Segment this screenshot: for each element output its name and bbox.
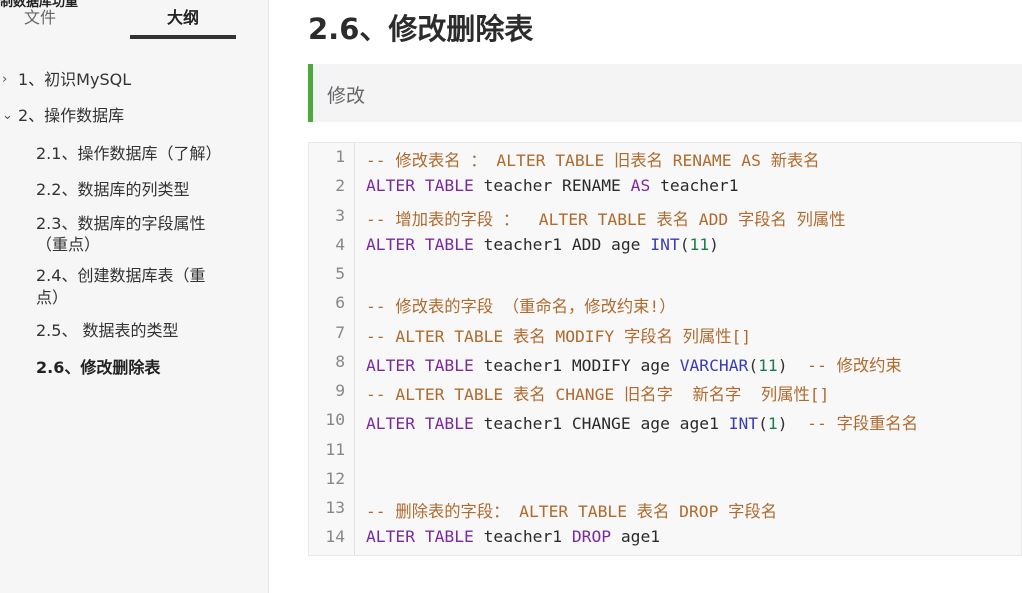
line-number: 11 [325,439,345,459]
code-token: teacher1 [473,527,572,547]
code-token: ( [748,355,759,375]
outline-item-2-1[interactable]: 2.1、操作数据库（了解） [36,143,221,165]
chevron-right-icon[interactable]: › [2,69,7,91]
code-line: 12 [309,469,1021,498]
code-text: ALTER TABLE teacher1 ADD age INT(11) [366,235,719,254]
code-text: -- 删除表的字段： ALTER TABLE 表名 DROP 字段名 [366,498,777,522]
code-block[interactable]: 1 -- 修改表名 ： ALTER TABLE 旧表名 RENAME AS 新表名… [308,142,1022,556]
code-line: 5 [309,264,1021,293]
code-token: -- 修改约束 [807,355,902,375]
code-token: ) [709,234,719,254]
line-number: 10 [325,410,345,430]
outline-item-1[interactable]: › 1、初识MySQL [2,69,132,91]
code-token: ) [777,414,808,434]
code-text: ALTER TABLE teacher1 MODIFY age VARCHAR(… [366,352,902,376]
code-line: 1 -- 修改表名 ： ALTER TABLE 旧表名 RENAME AS 新表名 [309,147,1021,176]
code-line: 6 -- 修改表的字段 （重命名，修改约束!） [309,293,1021,322]
code-token: ( [679,234,690,254]
line-number: 4 [335,234,345,254]
code-token: 11 [689,234,710,254]
code-line: 9 -- ALTER TABLE 表名 CHANGE 旧名字 新名字 列属性[] [309,381,1021,410]
code-token: 1 [767,414,778,434]
code-token: DROP [571,527,612,547]
line-number: 6 [335,293,345,313]
code-token: INT [728,414,759,434]
code-token: teacher1 [650,176,739,196]
code-token: -- 增加表的字段 ： ALTER TABLE 表名 ADD 字段名 列属性 [366,209,846,229]
line-number: 3 [335,205,345,225]
sidebar-tabs: 文件 大纲 [0,0,269,40]
line-number: 12 [325,468,345,488]
line-number: 1 [335,147,345,166]
code-line: 14 ALTER TABLE teacher1 DROP age1 [309,527,1021,556]
code-token: teacher1 ADD age [473,234,651,254]
line-number: 7 [335,322,345,342]
code-token: ) [777,355,808,375]
code-token: 11 [758,355,778,375]
code-token: -- 修改表名 ： ALTER TABLE 旧表名 RENAME AS 新表名 [366,151,820,170]
code-text: ALTER TABLE teacher1 DROP age1 [366,527,660,546]
outline-item-2-4[interactable]: 2.4、创建数据库表（重 [36,265,205,287]
tab-file[interactable]: 文件 [24,4,64,28]
line-number: 2 [335,176,345,196]
code-token: -- ALTER TABLE 表名 CHANGE 旧名字 新名字 列属性[] [366,385,830,404]
outline-item-2-5[interactable]: 2.5、 数据表的类型 [36,320,179,342]
code-text: -- 增加表的字段 ： ALTER TABLE 表名 ADD 字段名 列属性 [366,206,845,230]
code-line: 10 ALTER TABLE teacher1 CHANGE age age1 I… [309,410,1021,439]
code-token: ( [758,414,768,434]
code-token: ALTER TABLE [366,527,474,547]
tab-outline[interactable]: 大纲 [130,4,236,28]
code-line: 3 -- 增加表的字段 ： ALTER TABLE 表名 ADD 字段名 列属性 [309,206,1021,235]
code-text: -- 修改表名 ： ALTER TABLE 旧表名 RENAME AS 新表名 [366,147,820,171]
code-token: -- 修改表的字段 （重命名，修改约束!） [366,297,676,317]
code-text: -- 修改表的字段 （重命名，修改约束!） [366,293,676,317]
code-text: -- ALTER TABLE 表名 MODIFY 字段名 列属性[] [366,323,751,347]
blockquote-text: 修改 [327,85,366,107]
line-number: 13 [325,498,345,517]
outline-item-2[interactable]: ⌄ 2、操作数据库 [2,105,125,127]
code-line: 2 ALTER TABLE teacher RENAME AS teacher1 [309,176,1021,205]
code-token: -- 字段重名名 [807,414,918,434]
code-token: teacher1 MODIFY age [473,355,680,375]
code-token: -- ALTER TABLE 表名 MODIFY 字段名 列属性[] [366,326,752,346]
code-token: ALTER TABLE [366,176,474,196]
outline-item-2-2[interactable]: 2.2、数据库的列类型 [36,179,189,201]
line-number: 5 [335,264,345,283]
outline-item-2-6-active[interactable]: 2.6、修改删除表 [36,357,160,379]
code-token: ALTER TABLE [366,414,474,434]
code-token: INT [650,234,680,254]
page-title: 2.6、修改删除表 [308,12,534,46]
code-token: teacher RENAME [473,176,631,196]
blockquote: 修改 [308,64,1022,122]
code-text: -- ALTER TABLE 表名 CHANGE 旧名字 新名字 列属性[] [366,381,829,405]
chevron-down-icon[interactable]: ⌄ [2,105,13,127]
active-tab-underline [130,35,236,39]
line-number: 14 [325,527,345,547]
outline-item-label: 1、初识MySQL [18,70,132,89]
code-line: 4 ALTER TABLE teacher1 ADD age INT(11) [309,235,1021,264]
document-content: 2.6、修改删除表 修改 1 -- 修改表名 ： ALTER TABLE 旧表名 … [270,0,1022,593]
code-text: ALTER TABLE teacher1 CHANGE age age1 INT… [366,410,918,434]
code-token: ALTER TABLE [366,234,474,254]
code-line: 13 -- 删除表的字段： ALTER TABLE 表名 DROP 字段名 [309,498,1021,527]
code-token: ALTER TABLE [366,355,474,375]
outline-item-2-3-cont[interactable]: （重点） [36,234,100,256]
code-token: -- 删除表的字段： ALTER TABLE 表名 DROP 字段名 [366,502,778,521]
code-line: 8 ALTER TABLE teacher1 MODIFY age VARCHAR… [309,352,1021,381]
outline-item-2-4-cont[interactable]: 点） [36,287,68,309]
code-token: age1 [611,527,661,547]
line-number: 9 [335,381,345,400]
code-line: 11 [309,440,1021,469]
outline-item-label: 2、操作数据库 [18,106,125,125]
code-token: VARCHAR [679,355,749,375]
code-line: 7 -- ALTER TABLE 表名 MODIFY 字段名 列属性[] [309,323,1021,352]
line-number: 8 [335,351,345,371]
outline-item-2-3[interactable]: 2.3、数据库的字段属性 [36,213,205,235]
code-text: ALTER TABLE teacher RENAME AS teacher1 [366,176,739,195]
sidebar: 制数据库功重 文件 大纲 › 1、初识MySQL ⌄ 2、操作数据库 2.1、操… [0,0,269,593]
code-token: AS [630,176,651,196]
code-token: teacher1 CHANGE age age1 [473,414,729,434]
